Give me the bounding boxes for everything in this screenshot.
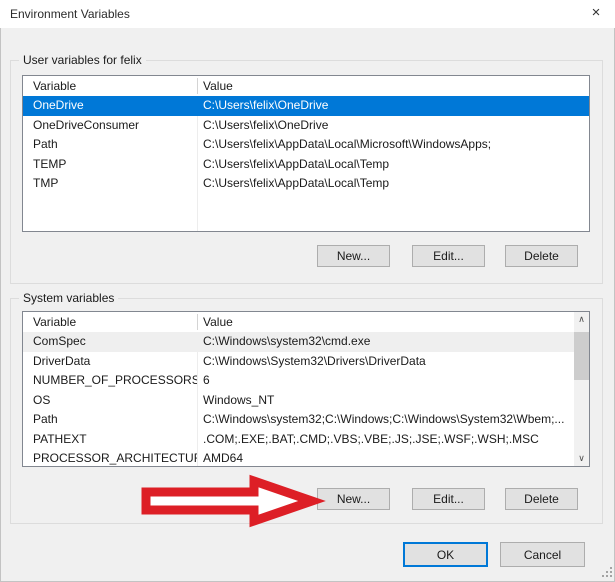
user-table-body: OneDrive C:\Users\felix\OneDrive OneDriv… — [23, 96, 589, 231]
user-variables-table: Variable Value OneDrive C:\Users\felix\O… — [22, 75, 590, 232]
table-row-driverdata[interactable]: DriverData C:\Windows\System32\Drivers\D… — [23, 352, 589, 372]
system-new-button[interactable]: New... — [317, 488, 390, 510]
column-header-value[interactable]: Value — [197, 76, 589, 96]
system-delete-button[interactable]: Delete — [505, 488, 578, 510]
value-cell: C:\Users\felix\OneDrive — [197, 96, 589, 116]
variable-cell: PATHEXT — [23, 430, 197, 450]
value-cell: C:\Users\felix\AppData\Local\Temp — [197, 174, 589, 194]
table-row-comspec[interactable]: ComSpec C:\Windows\system32\cmd.exe — [23, 332, 589, 352]
system-table-header: Variable Value — [23, 312, 589, 333]
variable-cell: TEMP — [23, 155, 197, 175]
value-cell: C:\Windows\system32\cmd.exe — [197, 332, 589, 352]
scroll-up-icon[interactable]: ∧ — [574, 312, 589, 327]
cancel-button[interactable]: Cancel — [500, 542, 585, 567]
column-divider-header[interactable] — [197, 314, 198, 330]
variable-cell: DriverData — [23, 352, 197, 372]
resize-grip[interactable] — [601, 566, 612, 577]
user-delete-button[interactable]: Delete — [505, 245, 578, 267]
table-row-pathext[interactable]: PATHEXT .COM;.EXE;.BAT;.CMD;.VBS;.VBE;.J… — [23, 430, 589, 450]
variable-cell: PROCESSOR_ARCHITECTURE — [23, 449, 197, 467]
table-row-tmp[interactable]: TMP C:\Users\felix\AppData\Local\Temp — [23, 174, 589, 194]
system-variables-group-label: System variables — [19, 291, 118, 305]
value-cell: C:\Windows\system32;C:\Windows;C:\Window… — [197, 410, 589, 430]
table-row-processor-architecture[interactable]: PROCESSOR_ARCHITECTURE AMD64 — [23, 449, 589, 467]
user-variables-group-label: User variables for felix — [19, 53, 146, 67]
system-table-body: ComSpec C:\Windows\system32\cmd.exe Driv… — [23, 332, 589, 466]
variable-cell: OneDriveConsumer — [23, 116, 197, 136]
value-cell: .COM;.EXE;.BAT;.CMD;.VBS;.VBE;.JS;.JSE;.… — [197, 430, 589, 450]
system-variables-table: Variable Value ComSpec C:\Windows\system… — [22, 311, 590, 467]
column-divider-header[interactable] — [197, 78, 198, 94]
column-header-variable[interactable]: Variable — [23, 312, 197, 332]
value-cell: C:\Windows\System32\Drivers\DriverData — [197, 352, 589, 372]
scroll-down-icon[interactable]: ∨ — [574, 451, 589, 466]
value-cell: C:\Users\felix\OneDrive — [197, 116, 589, 136]
user-edit-button[interactable]: Edit... — [412, 245, 485, 267]
value-cell: 6 — [197, 371, 589, 391]
table-row-number-of-processors[interactable]: NUMBER_OF_PROCESSORS 6 — [23, 371, 589, 391]
variable-cell: Path — [23, 410, 197, 430]
user-new-button[interactable]: New... — [317, 245, 390, 267]
window-title: Environment Variables — [10, 0, 130, 28]
ok-button[interactable]: OK — [403, 542, 488, 567]
environment-variables-dialog: Environment Variables × User variables f… — [0, 0, 615, 582]
user-table-header: Variable Value — [23, 76, 589, 97]
column-header-value[interactable]: Value — [197, 312, 589, 332]
table-row-path[interactable]: Path C:\Users\felix\AppData\Local\Micros… — [23, 135, 589, 155]
vertical-scrollbar[interactable]: ∧ ∨ — [574, 312, 589, 466]
scrollbar-thumb[interactable] — [574, 332, 589, 380]
title-bar: Environment Variables × — [0, 0, 615, 28]
value-cell: C:\Users\felix\AppData\Local\Temp — [197, 155, 589, 175]
table-row-temp[interactable]: TEMP C:\Users\felix\AppData\Local\Temp — [23, 155, 589, 175]
table-row-os[interactable]: OS Windows_NT — [23, 391, 589, 411]
table-row-onedriveconsumer[interactable]: OneDriveConsumer C:\Users\felix\OneDrive — [23, 116, 589, 136]
table-row-path[interactable]: Path C:\Windows\system32;C:\Windows;C:\W… — [23, 410, 589, 430]
table-row-onedrive[interactable]: OneDrive C:\Users\felix\OneDrive — [23, 96, 589, 116]
value-cell: Windows_NT — [197, 391, 589, 411]
value-cell: AMD64 — [197, 449, 589, 467]
variable-cell: NUMBER_OF_PROCESSORS — [23, 371, 197, 391]
value-cell: C:\Users\felix\AppData\Local\Microsoft\W… — [197, 135, 589, 155]
close-icon[interactable]: × — [577, 0, 615, 28]
system-edit-button[interactable]: Edit... — [412, 488, 485, 510]
variable-cell: OS — [23, 391, 197, 411]
variable-cell: OneDrive — [23, 96, 197, 116]
variable-cell: ComSpec — [23, 332, 197, 352]
variable-cell: Path — [23, 135, 197, 155]
variable-cell: TMP — [23, 174, 197, 194]
column-header-variable[interactable]: Variable — [23, 76, 197, 96]
